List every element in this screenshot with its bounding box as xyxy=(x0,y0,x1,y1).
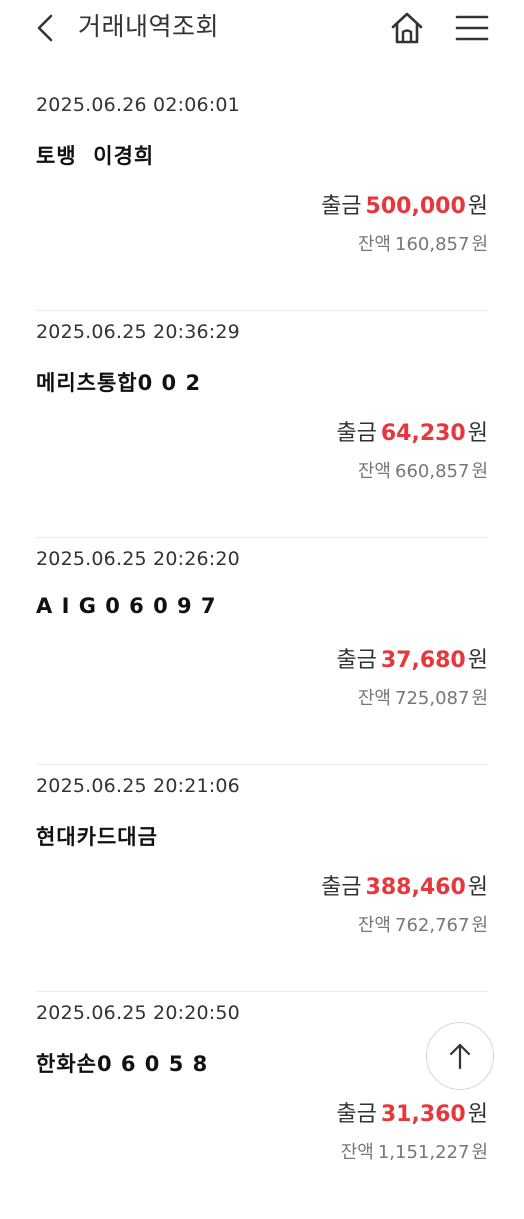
balance-currency: 원 xyxy=(471,915,488,936)
transaction-datetime: 2025.06.25 20:21:06 xyxy=(36,775,240,797)
balance-value: 725,087 xyxy=(395,688,470,709)
hamburger-menu-icon xyxy=(455,15,489,41)
back-button[interactable] xyxy=(28,10,64,46)
amount-row: 출금 500,000원 xyxy=(321,188,488,220)
type-label: 출금 xyxy=(321,875,362,900)
home-icon xyxy=(391,12,423,44)
amount-row: 출금 388,460원 xyxy=(321,869,488,901)
amount-value: 37,680 xyxy=(380,648,466,673)
transaction-datetime: 2025.06.25 20:20:50 xyxy=(36,1002,240,1024)
currency-label: 원 xyxy=(467,194,488,219)
amount-row: 출금 37,680원 xyxy=(336,642,488,674)
amount-value: 31,360 xyxy=(380,1102,466,1127)
balance-value: 1,151,227 xyxy=(377,1142,470,1163)
balance-currency: 원 xyxy=(471,461,488,482)
balance-value: 762,767 xyxy=(395,915,470,936)
transaction-item[interactable]: 2025.06.25 20:21:06 현대카드대금 출금 388,460원 잔액… xyxy=(36,765,488,992)
balance-row: 잔액 660,857 원 xyxy=(358,457,488,483)
type-label: 출금 xyxy=(321,194,362,219)
balance-label: 잔액 xyxy=(357,461,391,482)
balance-row: 잔액 160,857 원 xyxy=(358,230,488,256)
transaction-name: 토뱅 이경희 xyxy=(36,144,155,168)
balance-label: 잔액 xyxy=(340,1142,374,1163)
balance-row: 잔액 725,087 원 xyxy=(358,684,488,710)
transaction-name: A I G 0 6 0 9 7 xyxy=(36,594,217,618)
transaction-item[interactable]: 2025.06.26 02:06:01 토뱅 이경희 출금 500,000원 잔액… xyxy=(36,84,488,311)
transaction-datetime: 2025.06.26 02:06:01 xyxy=(36,94,240,116)
home-button[interactable] xyxy=(386,8,428,48)
transaction-name: 메리츠통합0 0 2 xyxy=(36,371,202,395)
transaction-item[interactable]: 2025.06.25 20:36:29 메리츠통합0 0 2 출금 64,230원… xyxy=(36,311,488,538)
balance-currency: 원 xyxy=(471,1142,488,1163)
transaction-item[interactable]: 2025.06.25 20:20:50 한화손0 6 0 5 8 출금 31,36… xyxy=(36,992,488,1219)
balance-row: 잔액 1,151,227 원 xyxy=(341,1138,488,1164)
app-header: 거래내역조회 xyxy=(0,0,524,56)
type-label: 출금 xyxy=(336,1102,377,1127)
type-label: 출금 xyxy=(336,648,377,673)
amount-value: 64,230 xyxy=(380,421,466,446)
currency-label: 원 xyxy=(467,648,488,673)
transaction-name: 한화손0 6 0 5 8 xyxy=(36,1052,209,1076)
balance-row: 잔액 762,767 원 xyxy=(358,911,488,937)
transaction-datetime: 2025.06.25 20:26:20 xyxy=(36,548,240,570)
balance-value: 160,857 xyxy=(395,234,470,255)
currency-label: 원 xyxy=(467,421,488,446)
balance-currency: 원 xyxy=(471,688,488,709)
transaction-datetime: 2025.06.25 20:36:29 xyxy=(36,321,240,343)
balance-currency: 원 xyxy=(471,234,488,255)
currency-label: 원 xyxy=(467,875,488,900)
menu-button[interactable] xyxy=(451,8,493,48)
balance-value: 660,857 xyxy=(395,461,470,482)
transaction-item[interactable]: 2025.06.25 20:26:20 A I G 0 6 0 9 7 출금 37… xyxy=(36,538,488,765)
scroll-to-top-button[interactable] xyxy=(426,1022,494,1090)
balance-label: 잔액 xyxy=(357,915,391,936)
amount-value: 500,000 xyxy=(365,194,466,219)
balance-label: 잔액 xyxy=(357,688,391,709)
transaction-name: 현대카드대금 xyxy=(36,825,158,849)
chevron-left-icon xyxy=(37,14,53,42)
type-label: 출금 xyxy=(336,421,377,446)
balance-label: 잔액 xyxy=(357,234,391,255)
arrow-up-icon xyxy=(449,1043,471,1070)
currency-label: 원 xyxy=(467,1102,488,1127)
page-title: 거래내역조회 xyxy=(78,12,220,41)
amount-row: 출금 31,360원 xyxy=(336,1096,488,1128)
amount-value: 388,460 xyxy=(365,875,466,900)
amount-row: 출금 64,230원 xyxy=(336,415,488,447)
